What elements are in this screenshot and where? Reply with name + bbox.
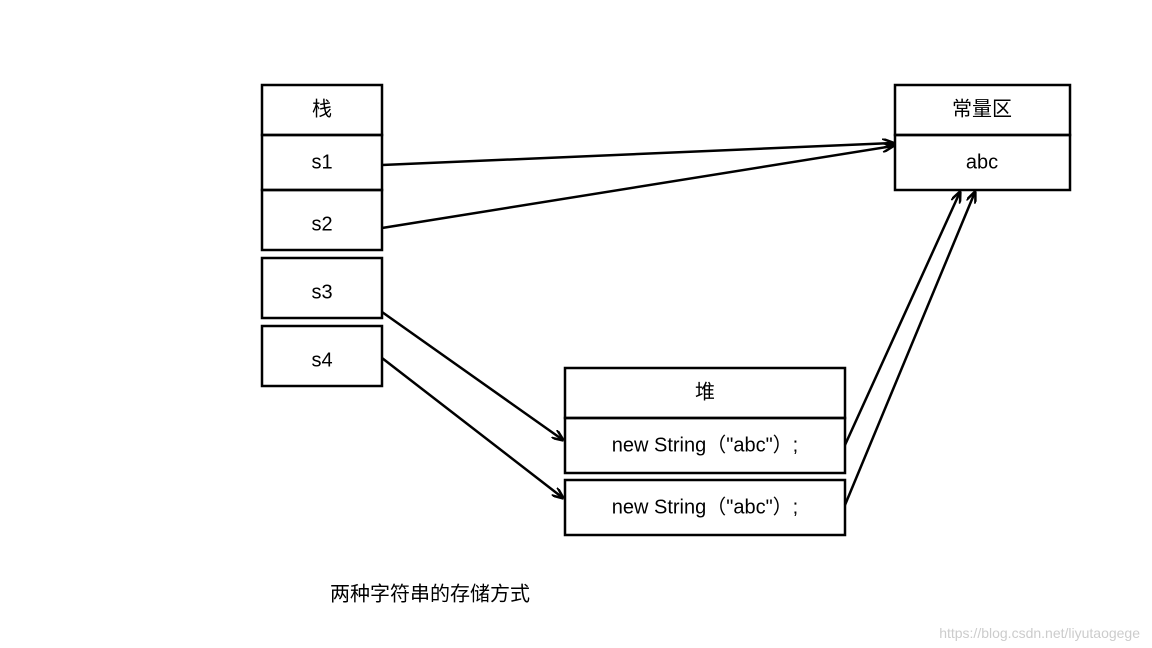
arrow-s4-heap2 — [382, 358, 563, 498]
diagram-canvas: 栈 s1 s2 s3 s4 堆 new String（"abc"）; new S… — [0, 0, 1152, 648]
heap-label-2: new String（"abc"）; — [612, 495, 799, 518]
stack-label-s3: s3 — [311, 281, 332, 303]
arrow-s2-const — [382, 146, 893, 228]
stack-label-s2: s2 — [311, 213, 332, 235]
watermark-text: https://blog.csdn.net/liyutaogege — [939, 625, 1140, 641]
diagram-caption: 两种字符串的存储方式 — [330, 582, 530, 605]
const-pool-box: 常量区 abc — [895, 85, 1070, 190]
arrow-s1-const — [382, 143, 893, 165]
heap-box: 堆 new String（"abc"）; new String（"abc"）; — [565, 368, 845, 535]
arrow-heap2-const — [845, 192, 975, 505]
const-title-text: 常量区 — [952, 97, 1012, 120]
const-label-abc: abc — [966, 151, 998, 173]
stack-title-text: 栈 — [312, 97, 332, 120]
stack-box: 栈 s1 s2 s3 s4 — [262, 85, 382, 386]
arrow-s3-heap1 — [382, 312, 563, 440]
heap-label-1: new String（"abc"）; — [612, 433, 799, 456]
arrow-heap1-const — [845, 192, 960, 445]
stack-label-s1: s1 — [311, 151, 332, 173]
stack-label-s4: s4 — [311, 349, 332, 371]
heap-title-text: 堆 — [695, 380, 715, 403]
